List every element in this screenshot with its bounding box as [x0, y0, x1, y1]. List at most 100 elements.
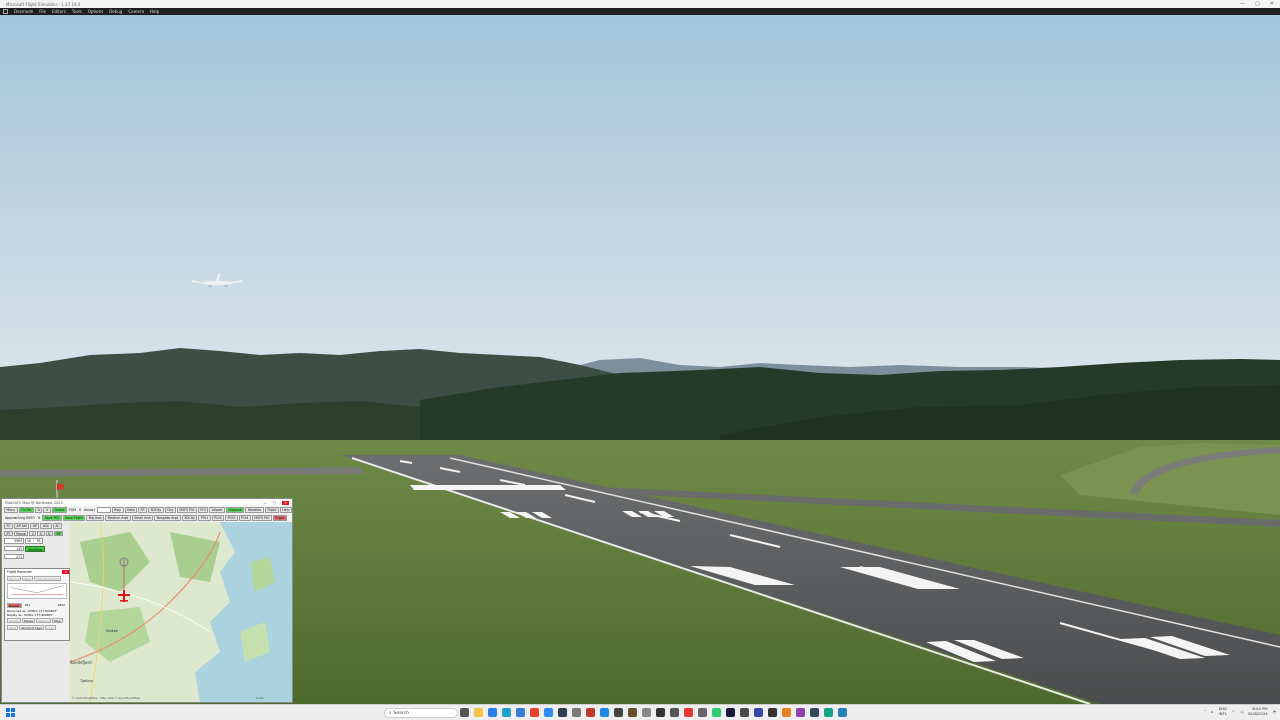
pt-button[interactable]: PT	[4, 530, 13, 536]
save-flight-button[interactable]: Save Flight	[62, 515, 86, 521]
chevron-up-icon[interactable]: ˄	[1204, 709, 1206, 714]
app-icon-15[interactable]	[754, 708, 763, 717]
repeat-button[interactable]: Repeat	[7, 603, 22, 608]
ap-set-button[interactable]: AP Set	[13, 523, 30, 529]
msfs-poi-button[interactable]: MSFS POI	[176, 507, 197, 513]
agl-button[interactable]: AGL	[40, 523, 52, 529]
speaker-icon[interactable]: ◁	[1240, 709, 1243, 714]
poi4-button[interactable]: POI4	[238, 515, 251, 521]
big-arpt-button[interactable]: Big Arpt	[86, 515, 105, 521]
heading-field[interactable]: 271	[4, 553, 24, 559]
clock[interactable]: 8:00 PM 8/18/2024	[1248, 706, 1267, 716]
stop-replay-button[interactable]: Stop	[51, 618, 63, 623]
help-button[interactable]: Help	[279, 507, 292, 513]
restart-button[interactable]: (Re)Start	[25, 545, 46, 552]
msfs-poi2-button[interactable]: MSFS POI	[251, 515, 272, 521]
app-icon-14[interactable]	[740, 708, 749, 717]
app-icon-4[interactable]	[586, 708, 595, 717]
ap-button[interactable]: AP	[30, 523, 40, 529]
menu-editors[interactable]: Editors	[52, 9, 66, 14]
chrome-icon[interactable]	[530, 708, 539, 717]
ac-button[interactable]: AC	[52, 523, 63, 529]
menu-tools[interactable]: Tools	[72, 9, 82, 14]
app-icon-16[interactable]	[768, 708, 777, 717]
close-button[interactable]: ✕	[1270, 1, 1274, 7]
mail-icon[interactable]	[488, 708, 497, 717]
poi1-button[interactable]: POI1	[198, 515, 211, 521]
flight-button[interactable]: Flight	[264, 507, 279, 513]
weather-button[interactable]: Weather	[245, 507, 264, 513]
pause-replay-button[interactable]: Pause	[22, 618, 35, 623]
app-icon-9[interactable]	[656, 708, 665, 717]
city-button[interactable]: City	[164, 507, 176, 513]
time-field[interactable]: 18 : 59	[25, 538, 43, 544]
app-icon-8[interactable]	[642, 708, 651, 717]
save-poi-button[interactable]: Save POI	[42, 515, 62, 521]
store-icon[interactable]	[516, 708, 525, 717]
app-icon-12[interactable]	[712, 708, 721, 717]
gate-button[interactable]: Gate	[124, 507, 138, 513]
app-icon-20[interactable]	[824, 708, 833, 717]
map-minimize-button[interactable]: —	[263, 501, 267, 505]
c-button[interactable]: C	[29, 530, 37, 536]
app-icon-1[interactable]	[544, 708, 553, 717]
app-icon-2[interactable]	[558, 708, 567, 717]
menu-button[interactable]: Menu	[4, 507, 18, 513]
youtube-icon[interactable]	[684, 708, 693, 717]
d2-button[interactable]: D	[45, 530, 53, 536]
moving-map[interactable]: Sandefjord Stokke Tjølling © OpenStreetM…	[70, 522, 292, 702]
network-icon[interactable]: ⌂	[1211, 709, 1213, 714]
app-icon-19[interactable]	[810, 708, 819, 717]
task-view-icon[interactable]	[460, 708, 469, 717]
stop-recording-button[interactable]: Stop Recording	[34, 576, 61, 581]
window-title-bar[interactable]: Microsoft Flight Simulator - 1.37.19.0 —…	[0, 0, 1280, 8]
minimize-button[interactable]: —	[1240, 1, 1245, 7]
edge-icon[interactable]	[502, 708, 511, 717]
fp-button[interactable]: FP	[138, 507, 147, 513]
windows-start-icon[interactable]	[6, 708, 15, 717]
poi-button[interactable]: POI	[197, 507, 209, 513]
record-button[interactable]: Record	[7, 576, 22, 581]
flight2-button[interactable]: Flight	[272, 515, 287, 521]
app-icon-21[interactable]	[838, 708, 847, 717]
medium-arpt-button[interactable]: Medium Arpt	[105, 515, 131, 521]
stop-button[interactable]: Stop	[22, 576, 34, 581]
load-button[interactable]: Load	[44, 625, 57, 630]
altitude-field[interactable]: 5965	[4, 538, 24, 544]
poi3-button[interactable]: POI3	[225, 515, 238, 521]
app-icon-17[interactable]	[782, 708, 791, 717]
taskbar-search[interactable]: ⌕ Search	[384, 708, 458, 718]
online-button[interactable]: Online	[51, 507, 67, 513]
menu-camera[interactable]: Camera	[128, 9, 144, 14]
bespoke-arpt-button[interactable]: Bespoke Arpt	[154, 515, 181, 521]
pause-button[interactable]: Pause	[13, 530, 29, 536]
save-button[interactable]: Save	[7, 625, 19, 630]
airport-input[interactable]	[97, 507, 111, 513]
notification-bell-icon[interactable]: ◔	[1273, 709, 1276, 714]
st-button[interactable]: ST	[4, 523, 13, 529]
shortcut-keys-button[interactable]: Shortcut keys	[19, 625, 44, 630]
d-button[interactable]: D	[35, 507, 43, 513]
s-button[interactable]: S	[37, 530, 45, 536]
rewind-button[interactable]: Rewind	[35, 618, 51, 623]
map-maximize-button[interactable]: ▢	[273, 501, 276, 505]
replay-button[interactable]: Replay	[7, 618, 22, 623]
map-window-title-bar[interactable]: Pilot2ATC Map @ Northeast 2024 — ▢ ✕	[2, 499, 292, 506]
app-icon-11[interactable]	[698, 708, 707, 717]
3dcity-button[interactable]: 3DCity	[147, 507, 164, 513]
recorder-close-button[interactable]: ✕	[62, 570, 69, 574]
menu-devmode[interactable]: Devmode	[14, 9, 33, 14]
menu-file[interactable]: File	[39, 9, 46, 14]
small-arpt-button[interactable]: Small Arpt	[131, 515, 154, 521]
app-icon-13[interactable]	[726, 708, 735, 717]
v-button[interactable]: V	[43, 507, 51, 513]
menu-help[interactable]: Help	[150, 9, 159, 14]
poi2-button[interactable]: POI2	[211, 515, 225, 521]
menu-options[interactable]: Options	[88, 9, 103, 14]
maximize-button[interactable]: ▢	[1255, 1, 1260, 7]
app-icon-6[interactable]	[614, 708, 623, 717]
speed-field[interactable]: 133	[4, 545, 24, 552]
3dcity2-button[interactable]: 3DCity	[181, 515, 198, 521]
app-icon-18[interactable]	[796, 708, 805, 717]
app-icon-3[interactable]	[572, 708, 581, 717]
